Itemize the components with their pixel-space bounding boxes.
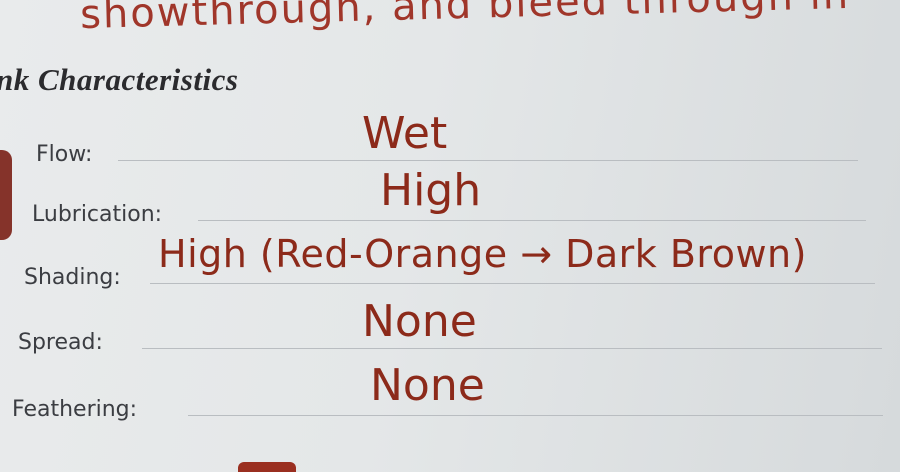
feathering-label: Feathering: [12,397,138,422]
flow-rule [118,160,858,161]
spread-value: None [362,296,477,347]
feathering-rule [188,415,883,416]
feathering-value: None [370,360,485,411]
bottom-ink-mark [238,462,296,472]
lubrication-value: High [380,165,482,216]
lubrication-label: Lubrication: [32,202,163,227]
spread-label: Spread: [18,330,103,355]
ink-margin-mark [0,150,12,240]
top-handwritten-line: showthrough, and bleed through in [79,0,851,39]
lubrication-rule [198,220,866,221]
shading-label: Shading: [24,265,121,290]
notebook-page: showthrough, and bleed through in nk Cha… [0,0,900,472]
flow-value: Wet [362,108,448,159]
spread-rule [142,348,882,349]
shading-rule [150,283,875,284]
flow-label: Flow: [36,142,93,167]
shading-value: High (Red-Orange → Dark Brown) [158,232,807,276]
section-title: nk Characteristics [0,62,239,97]
